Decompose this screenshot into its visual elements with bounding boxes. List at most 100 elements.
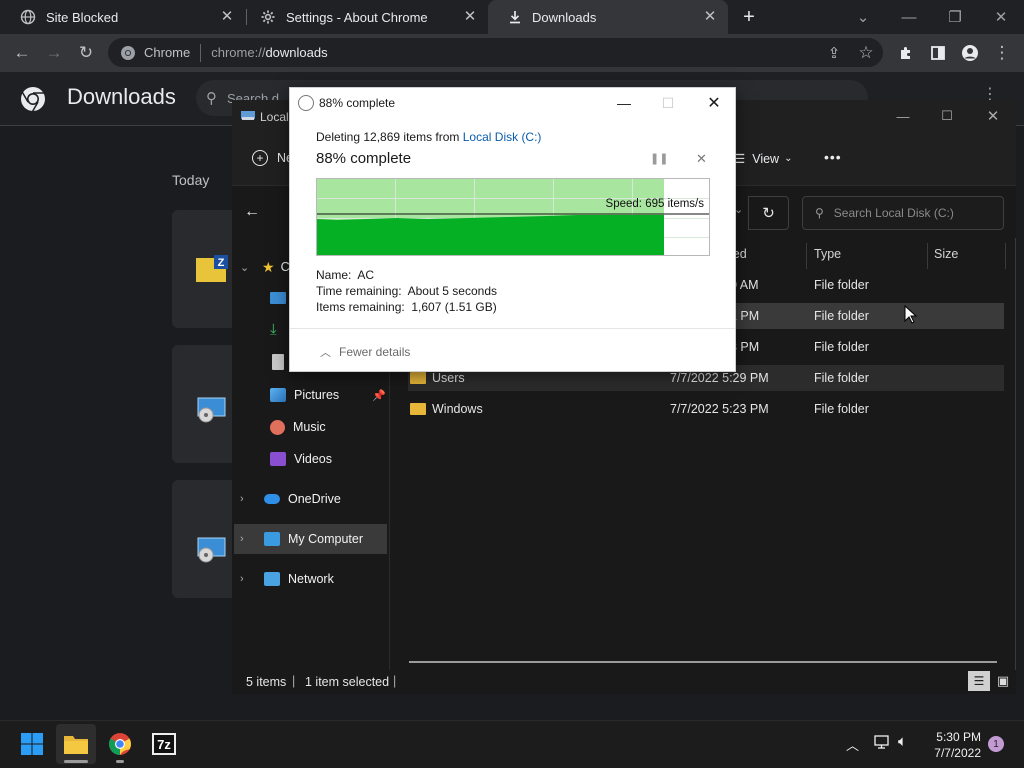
- nav-label: Pictures: [294, 388, 340, 402]
- explorer-search-input[interactable]: ⚲ Search Local Disk (C:): [802, 196, 1004, 230]
- details-view-icon[interactable]: ☰: [968, 671, 990, 691]
- column-header-size[interactable]: Size: [934, 243, 958, 265]
- forward-arrow-icon[interactable]: →: [38, 34, 70, 72]
- file-explorer-taskbar-button[interactable]: [56, 724, 96, 764]
- view-button[interactable]: ☰ View ⌄: [734, 151, 793, 167]
- horizontal-scrollbar[interactable]: [409, 661, 997, 663]
- new-tab-button[interactable]: +: [738, 6, 760, 28]
- maximize-icon[interactable]: ☐: [645, 88, 691, 118]
- kebab-menu-icon[interactable]: ⋮: [986, 34, 1018, 72]
- nav-item-videos[interactable]: Videos: [240, 444, 380, 474]
- nav-label: Videos: [294, 452, 332, 466]
- nav-item-network[interactable]: › Network: [240, 564, 385, 594]
- share-icon[interactable]: ⇪: [818, 34, 850, 72]
- chrome-taskbar-button[interactable]: [100, 724, 140, 764]
- clock-time: 5:30 PM: [936, 730, 981, 744]
- chevron-up-icon: ︿: [320, 347, 331, 359]
- new-button[interactable]: + Ne: [252, 150, 293, 166]
- more-options-button[interactable]: •••: [824, 149, 842, 165]
- fewer-details-label: Fewer details: [339, 345, 411, 359]
- nav-item-pictures[interactable]: Pictures 📌: [240, 380, 390, 410]
- extensions-icon[interactable]: [890, 34, 922, 72]
- table-row[interactable]: Windows 7/7/2022 5:23 PM File folder: [408, 396, 1004, 422]
- clock[interactable]: 5:30 PM 7/7/2022: [930, 729, 981, 761]
- search-placeholder: Search Local Disk (C:): [833, 206, 954, 220]
- cancel-icon[interactable]: ✕: [696, 151, 707, 167]
- close-window-icon[interactable]: ✕: [978, 0, 1024, 34]
- tab-search-chevron-icon[interactable]: ⌄: [840, 0, 886, 34]
- refresh-button[interactable]: ↻: [748, 196, 789, 230]
- documents-icon[interactable]: [272, 354, 284, 370]
- show-hidden-icons-chevron-icon[interactable]: ︿: [846, 735, 859, 754]
- desktop-icon[interactable]: [270, 292, 286, 304]
- onedrive-cloud-icon: [264, 494, 280, 504]
- minimize-icon[interactable]: —: [880, 104, 926, 128]
- fewer-details-button[interactable]: ︿ Fewer details: [320, 344, 410, 360]
- pin-icon: 📌: [372, 389, 386, 402]
- column-divider[interactable]: [806, 243, 807, 269]
- nav-item-my-computer[interactable]: › My Computer: [234, 524, 387, 554]
- detail-value: 1,607 (1.51 GB): [411, 300, 497, 314]
- tiles-view-icon[interactable]: ▣: [992, 671, 1014, 691]
- location-link[interactable]: Local Disk (C:): [463, 130, 542, 144]
- detail-label: Items remaining:: [316, 300, 405, 314]
- column-divider[interactable]: [927, 243, 928, 269]
- speed-area: [317, 215, 664, 255]
- status-divider: |: [393, 674, 397, 688]
- 7zip-taskbar-button[interactable]: 7z: [144, 724, 184, 764]
- close-window-icon[interactable]: ✕: [970, 104, 1016, 128]
- side-panel-icon[interactable]: [922, 34, 954, 72]
- back-arrow-icon[interactable]: ←: [244, 203, 260, 221]
- explorer-status-bar: 5 items | 1 item selected | ☰ ▣: [232, 670, 1016, 694]
- detail-value: About 5 seconds: [407, 284, 498, 298]
- tab-site-blocked[interactable]: Site Blocked ✕: [0, 0, 245, 34]
- tab-settings[interactable]: Settings - About Chrome ✕: [240, 0, 488, 34]
- minimize-icon[interactable]: —: [886, 0, 932, 34]
- chrome-logo-icon: [120, 45, 136, 61]
- close-icon[interactable]: ✕: [462, 8, 478, 25]
- column-divider[interactable]: [1005, 243, 1006, 269]
- chevron-right-icon: ›: [240, 533, 244, 545]
- status-divider: |: [292, 674, 296, 688]
- url-scheme: chrome://: [211, 45, 266, 60]
- speed-label: Speed: 695 items/s: [605, 198, 704, 210]
- nav-label: My Computer: [288, 532, 364, 546]
- row-type: File folder: [814, 371, 869, 385]
- network-status-icon[interactable]: [872, 734, 890, 750]
- volume-icon[interactable]: 🔈︎: [898, 733, 907, 750]
- star-icon[interactable]: ☆: [850, 34, 882, 72]
- view-label: View: [752, 151, 780, 166]
- chevron-down-icon: ⌄: [240, 261, 250, 274]
- minimize-icon[interactable]: —: [601, 88, 647, 118]
- close-icon[interactable]: ✕: [691, 88, 737, 118]
- windows-logo-icon: [21, 733, 43, 755]
- progress-graph: Speed: 695 items/s: [316, 178, 710, 256]
- nav-item-music[interactable]: Music: [240, 412, 380, 442]
- running-indicator: [116, 760, 124, 763]
- back-arrow-icon[interactable]: ←: [6, 34, 38, 72]
- pause-icon[interactable]: ❚❚: [650, 152, 668, 165]
- url-path: downloads: [265, 45, 328, 60]
- downloads-folder-icon[interactable]: ⤓: [270, 321, 277, 338]
- address-bar[interactable]: Chrome chrome://downloads: [108, 38, 883, 67]
- maximize-icon[interactable]: ☐: [924, 104, 970, 128]
- deleting-prefix: Deleting 12,869 items from: [316, 130, 463, 144]
- chrome-logo-icon: [20, 86, 46, 112]
- tab-downloads[interactable]: Downloads ✕: [488, 0, 728, 34]
- start-button[interactable]: [12, 724, 52, 764]
- chevron-down-icon: ⌄: [784, 153, 793, 164]
- close-icon[interactable]: ✕: [219, 8, 235, 25]
- restore-icon[interactable]: ❐: [932, 0, 978, 34]
- notification-badge[interactable]: 1: [988, 736, 1004, 752]
- drive-icon: [240, 108, 256, 122]
- nav-item-onedrive[interactable]: › OneDrive: [240, 484, 385, 514]
- selection-count: 1 item selected: [305, 675, 390, 689]
- column-header-type[interactable]: Type: [814, 243, 841, 265]
- row-name-text: Windows: [432, 402, 483, 416]
- close-icon[interactable]: ✕: [702, 8, 718, 25]
- reload-icon[interactable]: ↻: [70, 34, 102, 72]
- globe-icon: [20, 9, 36, 25]
- profile-icon[interactable]: [954, 34, 986, 72]
- svg-text:Z: Z: [218, 257, 225, 269]
- row-name: Windows: [410, 402, 483, 416]
